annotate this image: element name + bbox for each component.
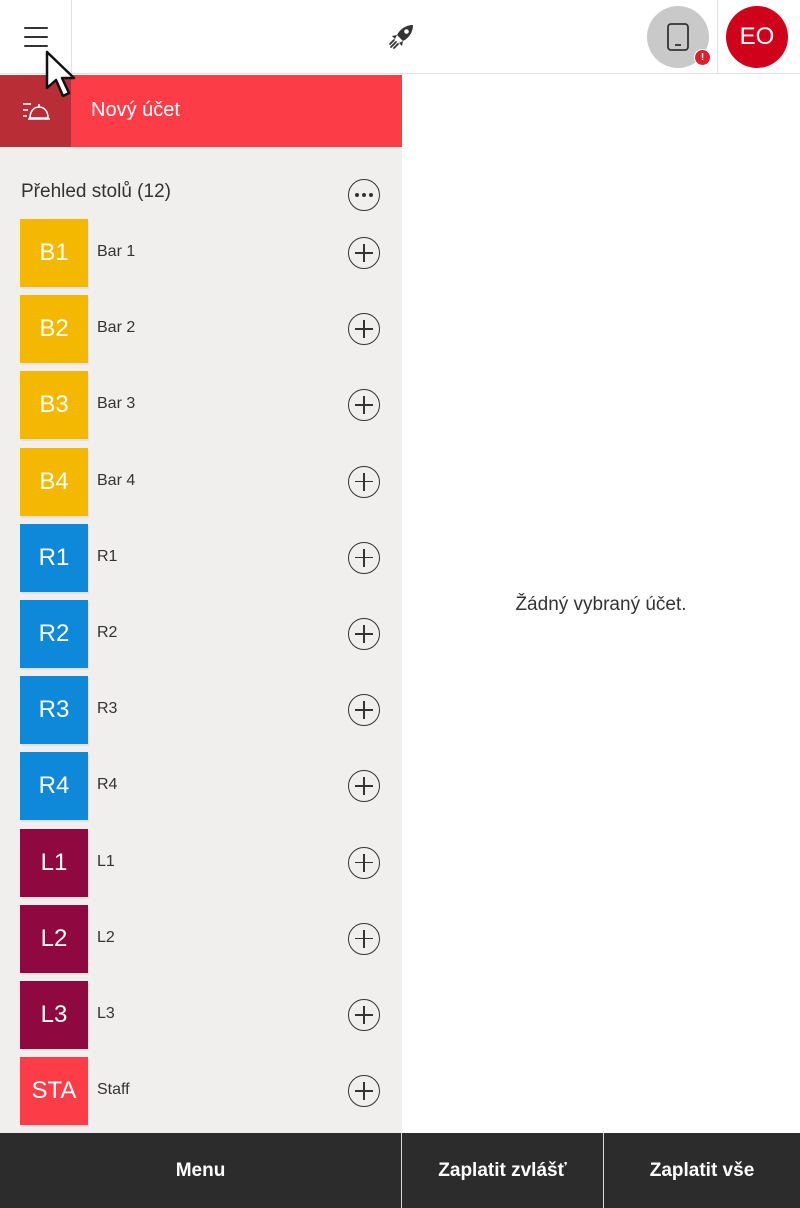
table-row[interactable]: R2 R2 xyxy=(0,600,402,676)
add-bill-icon[interactable] xyxy=(348,541,380,574)
table-badge[interactable]: L3 xyxy=(20,981,88,1049)
add-bill-icon[interactable] xyxy=(348,1075,380,1108)
menu-button[interactable]: Menu xyxy=(0,1133,401,1208)
alert-badge: ! xyxy=(694,49,711,66)
header-divider xyxy=(717,0,718,74)
table-badge[interactable]: L1 xyxy=(20,828,88,897)
tables-overview-title: Přehled stolů (12) xyxy=(21,181,171,202)
add-bill-icon[interactable] xyxy=(348,770,380,803)
no-bill-selected-message: Žádný vybraný účet. xyxy=(515,594,687,615)
table-row[interactable]: R3 R3 xyxy=(0,676,402,752)
table-row[interactable]: B2 Bar 2 xyxy=(0,295,402,371)
table-name: Bar 2 xyxy=(97,319,136,337)
table-badge[interactable]: L2 xyxy=(20,904,88,973)
hamburger-icon xyxy=(23,27,48,47)
table-row[interactable]: R1 R1 xyxy=(0,523,402,600)
table-name: R4 xyxy=(97,776,118,794)
table-row[interactable]: L2 L2 xyxy=(0,904,402,981)
device-status-button[interactable]: ! xyxy=(647,6,711,68)
table-row[interactable]: L1 L1 xyxy=(0,828,402,905)
table-name: L1 xyxy=(97,852,115,870)
table-name: Staff xyxy=(97,1081,130,1099)
table-badge[interactable]: B3 xyxy=(20,371,88,440)
add-bill-icon[interactable] xyxy=(348,465,380,498)
table-row[interactable]: R4 R4 xyxy=(0,752,402,828)
pay-separately-button[interactable]: Zaplatit zvlášť xyxy=(402,1133,603,1208)
add-bill-icon[interactable] xyxy=(348,999,380,1031)
new-bill-label: Nový účet xyxy=(91,99,180,121)
add-bill-icon[interactable] xyxy=(348,922,380,955)
table-row[interactable]: L3 L3 xyxy=(0,981,402,1057)
table-row[interactable]: STA Staff xyxy=(0,1057,402,1133)
add-bill-icon[interactable] xyxy=(348,389,380,422)
service-bell-icon xyxy=(22,103,50,120)
table-name: Bar 3 xyxy=(97,395,136,413)
more-options-button[interactable] xyxy=(348,179,380,211)
add-bill-icon[interactable] xyxy=(348,313,380,346)
table-badge[interactable]: R4 xyxy=(20,752,88,821)
user-avatar[interactable]: EO xyxy=(726,6,788,68)
new-bill-button[interactable]: Nový účet xyxy=(0,75,402,147)
tablet-icon xyxy=(667,23,689,51)
add-bill-icon[interactable] xyxy=(348,694,380,727)
table-name: R1 xyxy=(97,547,118,565)
table-row[interactable]: B4 Bar 4 xyxy=(0,447,402,524)
table-badge[interactable]: B2 xyxy=(20,295,88,364)
add-bill-icon[interactable] xyxy=(348,846,380,879)
bottom-action-bar: Menu Zaplatit zvlášť Zaplatit vše xyxy=(0,1133,800,1208)
top-bar: ! EO xyxy=(0,0,800,74)
table-badge[interactable]: B4 xyxy=(20,447,88,516)
table-name: Bar 4 xyxy=(97,471,136,489)
table-name: Bar 1 xyxy=(97,243,136,260)
table-row[interactable]: B3 Bar 3 xyxy=(0,371,402,447)
rocket-icon xyxy=(389,25,413,49)
table-badge[interactable]: R2 xyxy=(20,600,88,668)
add-bill-icon[interactable] xyxy=(348,618,380,650)
table-badge[interactable]: R1 xyxy=(20,523,88,592)
more-horizontal-icon xyxy=(354,193,375,197)
tables-sidebar: Nový účet Přehled stolů (12) B1 Bar 1 B2 Ba… xyxy=(0,75,402,1133)
table-name: R2 xyxy=(97,624,118,641)
table-row[interactable]: B1 Bar 1 xyxy=(0,219,402,295)
table-badge[interactable]: STA xyxy=(20,1057,88,1126)
table-badge[interactable]: R3 xyxy=(20,676,88,745)
add-bill-icon[interactable] xyxy=(348,237,380,269)
pay-all-button[interactable]: Zaplatit vše xyxy=(604,1133,800,1208)
hamburger-menu-button[interactable] xyxy=(0,0,72,74)
table-name: L3 xyxy=(97,1005,115,1022)
table-name: R3 xyxy=(97,700,118,718)
table-badge[interactable]: B1 xyxy=(20,219,88,287)
table-name: L2 xyxy=(97,928,115,946)
bill-detail-panel: Žádný vybraný účet. xyxy=(402,75,800,1133)
new-bill-icon-box xyxy=(0,75,71,147)
